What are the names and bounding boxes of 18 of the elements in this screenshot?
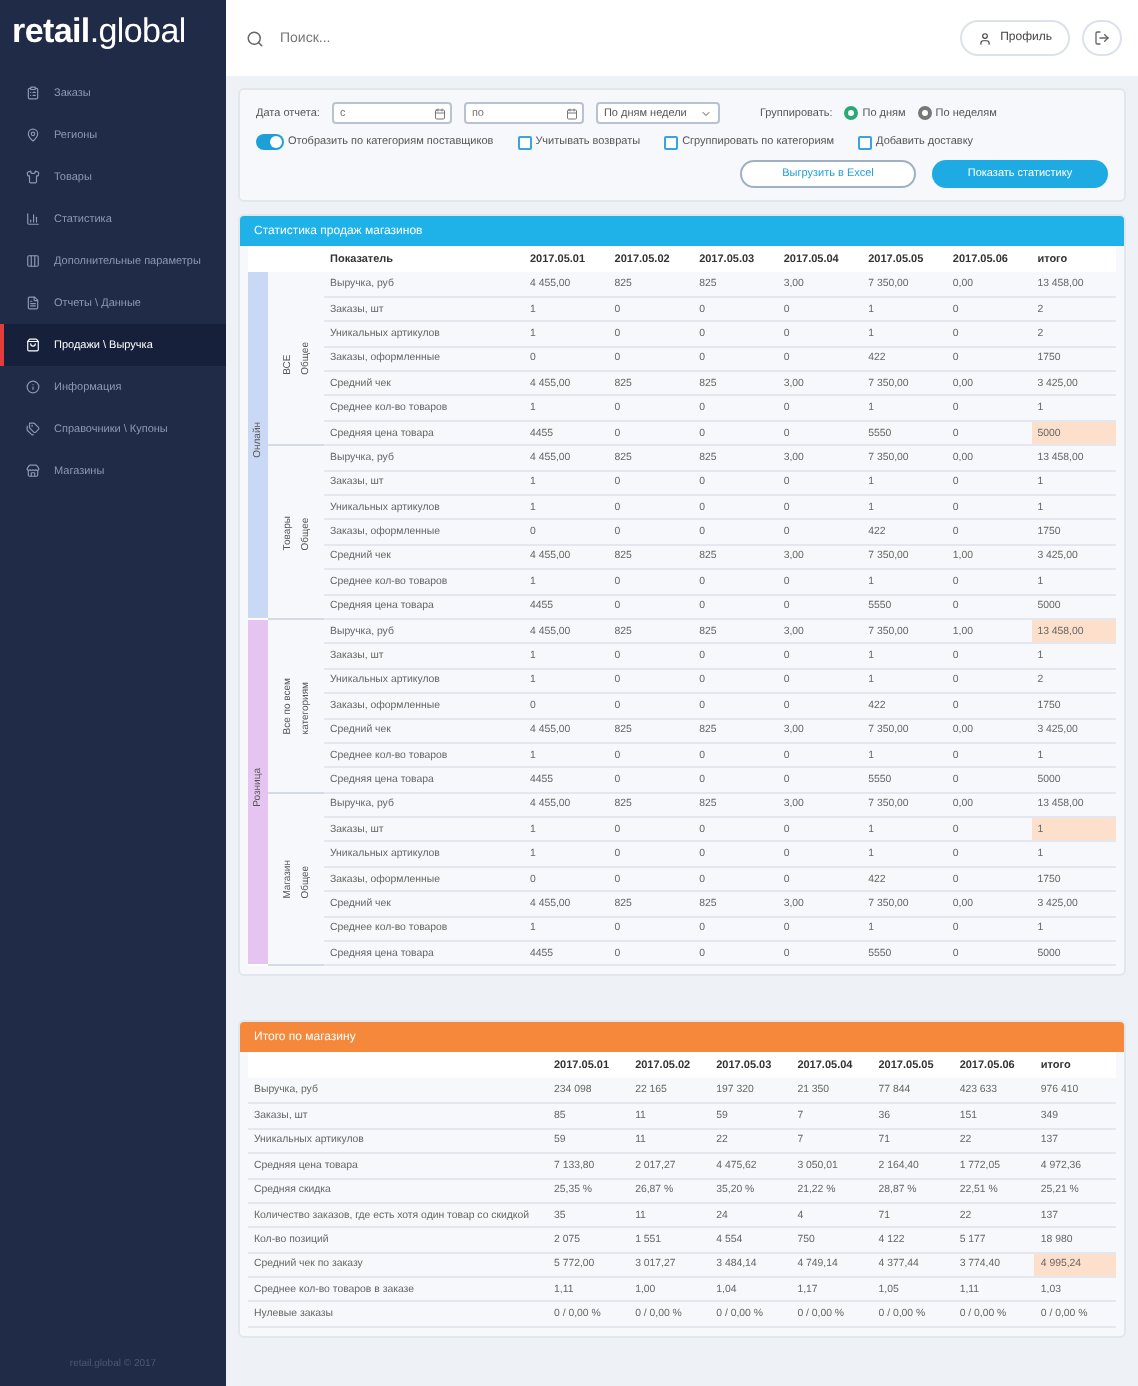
nav-icon (26, 338, 40, 352)
user-icon (978, 31, 993, 45)
nav-icon (26, 380, 40, 394)
nav-icon (26, 296, 40, 310)
search-icon (246, 29, 264, 47)
nav-icon (26, 422, 40, 436)
calendar-icon[interactable] (565, 107, 578, 119)
calendar-icon[interactable] (433, 107, 446, 119)
logo: retail.global (10, 12, 188, 54)
nav-icon (26, 464, 40, 478)
nav-icon (26, 86, 40, 100)
nav-icon (26, 170, 40, 184)
nav-icon (26, 128, 40, 142)
logout-button[interactable] (1082, 20, 1122, 56)
logout-icon (1094, 30, 1110, 46)
nav-icon (26, 212, 40, 226)
chevron-down-icon (699, 107, 712, 119)
nav-icon (26, 254, 40, 268)
